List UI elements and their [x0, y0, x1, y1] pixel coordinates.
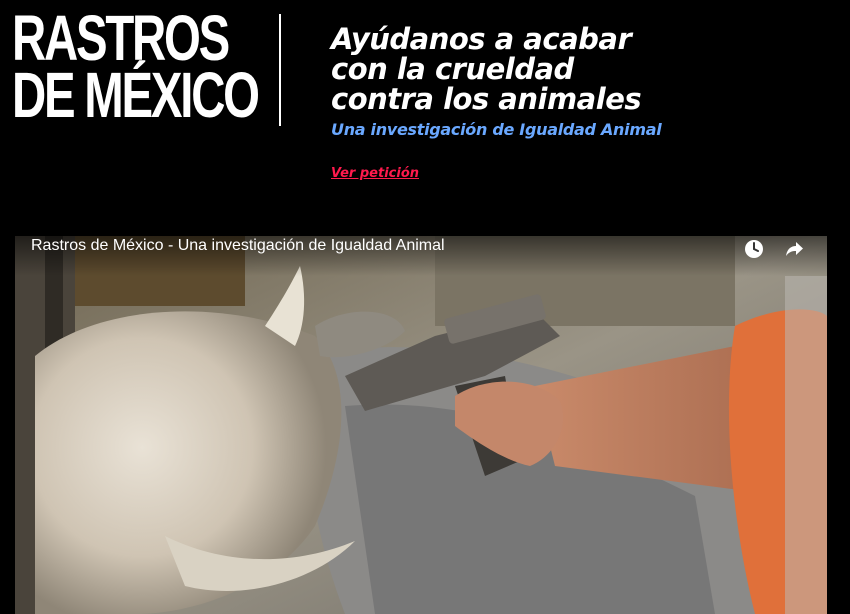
page-subtitle: Una investigación de Igualdad Animal — [331, 120, 662, 139]
clock-icon[interactable] — [743, 238, 765, 260]
video-title[interactable]: Rastros de México - Una investigación de… — [31, 237, 445, 255]
header-divider — [279, 14, 281, 126]
page-headline: Ayúdanos a acabar con la crueldad contra… — [331, 22, 642, 116]
view-petition-link[interactable]: Ver petición — [331, 166, 419, 181]
logo-line-2: DE MÉXICO — [12, 59, 260, 131]
video-player[interactable]: Rastros de México - Una investigación de… — [15, 236, 827, 614]
headline-line-2: con la crueldad — [331, 52, 574, 86]
share-icon[interactable] — [783, 238, 805, 260]
site-logo[interactable]: RASTROS DE MÉXICO — [12, 6, 260, 131]
video-thumbnail — [15, 236, 827, 614]
headline-line-1: Ayúdanos a acabar — [331, 22, 632, 56]
headline-line-3: contra los animales — [331, 82, 642, 116]
